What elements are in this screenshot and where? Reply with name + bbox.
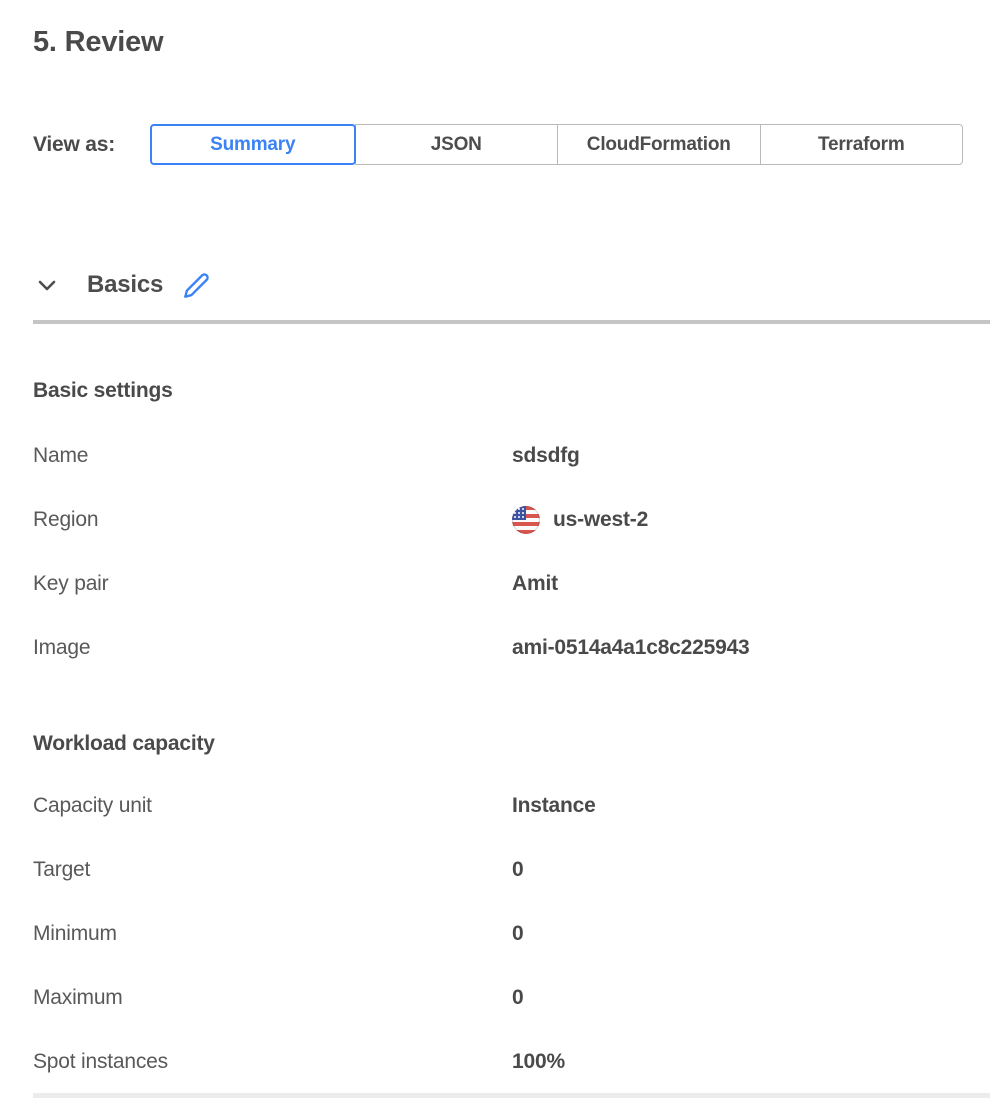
row-value: ami-0514a4a1c8c225943 xyxy=(512,636,750,660)
view-as-terraform-tab[interactable]: Terraform xyxy=(760,124,964,165)
section-divider xyxy=(33,320,990,324)
row-label: Capacity unit xyxy=(33,794,512,818)
chevron-down-icon[interactable] xyxy=(33,271,61,299)
row-label: Maximum xyxy=(33,986,512,1010)
basics-section-header[interactable]: Basics xyxy=(33,268,990,302)
view-as-summary-tab[interactable]: Summary xyxy=(150,124,356,165)
page-title: 5. Review xyxy=(33,26,990,58)
summary-row-key-pair: Key pair Amit xyxy=(33,552,990,616)
row-value: sdsdfg xyxy=(512,444,580,468)
summary-row-minimum: Minimum 0 xyxy=(33,902,990,966)
row-label: Key pair xyxy=(33,572,512,596)
summary-row-name: Name sdsdfg xyxy=(33,424,990,488)
view-as-json-tab[interactable]: JSON xyxy=(355,124,559,165)
row-value: 0 xyxy=(512,922,523,946)
view-as-segmented-control: Summary JSON CloudFormation Terraform xyxy=(150,124,963,165)
row-label: Target xyxy=(33,858,512,882)
edit-pencil-icon[interactable] xyxy=(183,272,210,299)
view-as-row: View as: Summary JSON CloudFormation Ter… xyxy=(33,124,990,165)
summary-row-maximum: Maximum 0 xyxy=(33,966,990,1030)
row-label: Name xyxy=(33,444,512,468)
row-value: 0 xyxy=(512,986,523,1010)
basic-settings-heading: Basic settings xyxy=(33,378,990,404)
row-label: Minimum xyxy=(33,922,512,946)
workload-capacity-rows: Capacity unit Instance Target 0 Minimum … xyxy=(33,774,990,1094)
row-label: Image xyxy=(33,636,512,660)
view-as-cloudformation-tab[interactable]: CloudFormation xyxy=(557,124,761,165)
review-step-page: 5. Review View as: Summary JSON CloudFor… xyxy=(0,0,990,1098)
row-label: Region xyxy=(33,508,512,532)
row-value: us-west-2 xyxy=(512,506,648,534)
region-value-text: us-west-2 xyxy=(553,508,648,532)
row-value: Amit xyxy=(512,572,558,596)
view-as-label: View as: xyxy=(33,133,150,157)
row-value: 100% xyxy=(512,1050,565,1074)
summary-row-capacity-unit: Capacity unit Instance xyxy=(33,774,990,838)
basics-section-title: Basics xyxy=(87,269,163,301)
us-flag-icon xyxy=(512,506,540,534)
row-value: 0 xyxy=(512,858,523,882)
summary-row-region: Region us-west-2 xyxy=(33,488,990,552)
summary-row-target: Target 0 xyxy=(33,838,990,902)
next-section-divider-edge xyxy=(33,1093,990,1098)
row-value: Instance xyxy=(512,794,596,818)
workload-capacity-heading: Workload capacity xyxy=(33,731,990,757)
row-label: Spot instances xyxy=(33,1050,512,1074)
summary-row-image: Image ami-0514a4a1c8c225943 xyxy=(33,616,990,680)
summary-row-spot-instances: Spot instances 100% xyxy=(33,1030,990,1094)
basic-settings-rows: Name sdsdfg Region us-west-2 Key pair Am… xyxy=(33,424,990,680)
